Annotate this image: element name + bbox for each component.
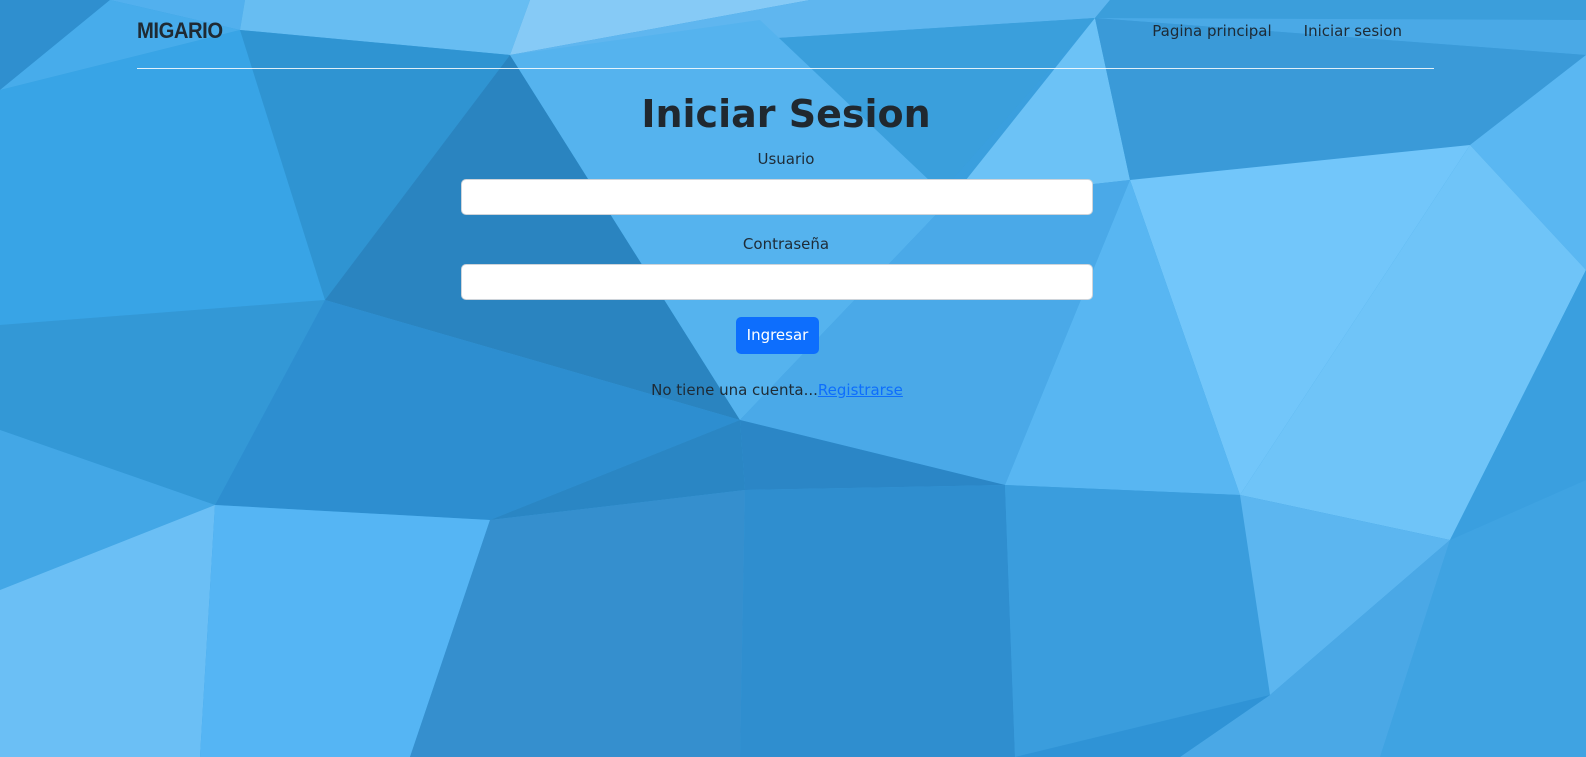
login-page: MIGARIO Pagina principal Iniciar sesion … <box>0 0 1586 757</box>
register-prompt: No tiene una cuenta...Registrarse <box>0 381 1554 399</box>
nav-link-home[interactable]: Pagina principal <box>1136 22 1287 40</box>
page-title: Iniciar Sesion <box>641 92 931 136</box>
password-field[interactable] <box>461 264 1093 300</box>
nav-links: Pagina principal Iniciar sesion <box>1136 22 1402 40</box>
password-label: Contraseña <box>742 235 830 253</box>
register-link[interactable]: Registrarse <box>818 381 903 399</box>
register-prompt-text: No tiene una cuenta... <box>651 381 818 399</box>
username-label: Usuario <box>757 150 815 168</box>
nav-link-login[interactable]: Iniciar sesion <box>1288 22 1402 40</box>
submit-button[interactable]: Ingresar <box>736 317 819 354</box>
username-field[interactable] <box>461 179 1093 215</box>
brand-logo[interactable]: MIGARIO <box>137 18 223 44</box>
top-navbar: MIGARIO Pagina principal Iniciar sesion <box>137 0 1434 69</box>
